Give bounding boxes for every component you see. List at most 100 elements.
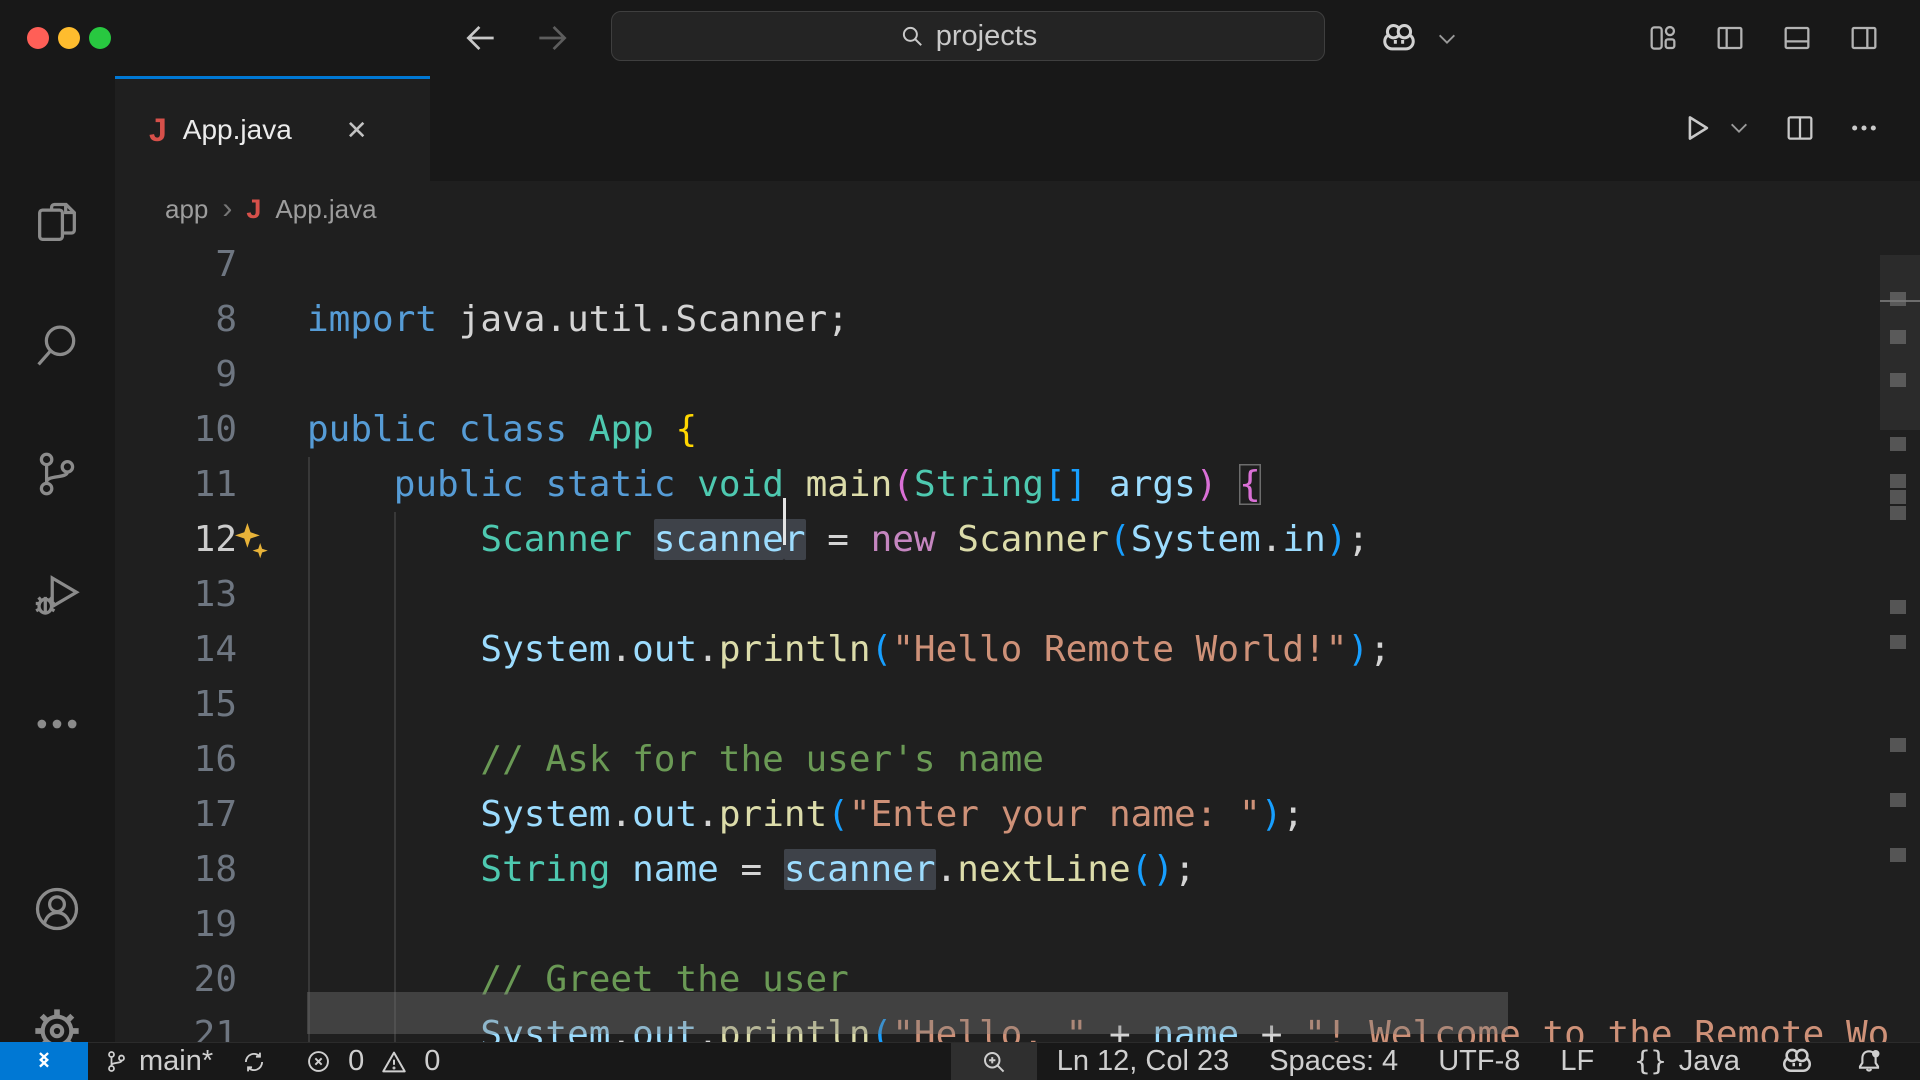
code-line-10[interactable]: 10public class App { bbox=[115, 402, 1920, 457]
sidebar-item-more[interactable] bbox=[31, 698, 83, 750]
arrow-right-icon bbox=[533, 19, 571, 57]
sidebar-item-accounts[interactable] bbox=[31, 883, 83, 935]
zoom-status-item[interactable] bbox=[951, 1043, 1037, 1080]
code-line-12[interactable]: 12 Scanner scanner = new Scanner(System.… bbox=[115, 512, 1920, 567]
code-line-19[interactable]: 19 bbox=[115, 897, 1920, 952]
breadcrumb: app › J App.java bbox=[115, 181, 1920, 237]
line-number[interactable]: 16 bbox=[194, 739, 237, 780]
chevron-down-icon bbox=[1728, 120, 1750, 136]
navigate-forward-button[interactable] bbox=[529, 14, 575, 62]
encoding-label: UTF-8 bbox=[1438, 1045, 1520, 1078]
copilot-status-item[interactable] bbox=[1760, 1043, 1834, 1080]
line-number[interactable]: 13 bbox=[194, 574, 237, 615]
line-number[interactable]: 10 bbox=[194, 409, 237, 450]
warning-icon bbox=[380, 1048, 408, 1076]
zoom-in-icon bbox=[980, 1048, 1008, 1076]
language-label: Java bbox=[1679, 1045, 1740, 1078]
overview-ruler-marker bbox=[1890, 292, 1906, 306]
eol-label: LF bbox=[1560, 1045, 1594, 1078]
sidebar-item-source-control[interactable] bbox=[31, 448, 83, 500]
code-line-13[interactable]: 13 bbox=[115, 567, 1920, 622]
sidebar-item-explorer[interactable] bbox=[31, 196, 83, 248]
problems-status-item[interactable]: 0 0 bbox=[305, 1043, 440, 1080]
code-line-15[interactable]: 15 bbox=[115, 677, 1920, 732]
branch-status-item[interactable]: main* bbox=[104, 1043, 267, 1080]
explorer-files-icon bbox=[31, 196, 83, 248]
warning-count: 0 bbox=[424, 1045, 440, 1078]
line-number[interactable]: 7 bbox=[215, 244, 237, 285]
navigate-back-button[interactable] bbox=[458, 14, 504, 62]
code-line-18[interactable]: 18 String name = scanner.nextLine(); bbox=[115, 842, 1920, 897]
notifications-item[interactable] bbox=[1834, 1043, 1904, 1080]
code-line-16[interactable]: 16 // Ask for the user's name bbox=[115, 732, 1920, 787]
copilot-sparkle-icon[interactable] bbox=[233, 521, 273, 561]
toggle-panel-icon[interactable] bbox=[1781, 22, 1813, 54]
run-java-button[interactable] bbox=[1680, 111, 1714, 145]
toggle-primary-sidebar-icon[interactable] bbox=[1714, 22, 1746, 54]
overview-ruler-marker bbox=[1890, 490, 1906, 504]
line-number[interactable]: 12 bbox=[194, 519, 237, 560]
indent-guide bbox=[308, 457, 310, 1042]
indentation-item[interactable]: Spaces: 4 bbox=[1249, 1043, 1418, 1080]
sync-icon bbox=[241, 1049, 267, 1075]
customize-layout-icon[interactable] bbox=[1647, 22, 1679, 54]
line-number[interactable]: 21 bbox=[194, 1014, 237, 1042]
breadcrumb-file[interactable]: App.java bbox=[275, 194, 376, 225]
breadcrumb-folder[interactable]: app bbox=[165, 194, 208, 225]
split-editor-button[interactable] bbox=[1784, 112, 1816, 144]
cursor-position-label: Ln 12, Col 23 bbox=[1057, 1045, 1230, 1078]
editor-lines: 7 8import java.util.Scanner; 9 10public cla… bbox=[115, 237, 1920, 1042]
error-count: 0 bbox=[348, 1045, 364, 1078]
cursor-position-item[interactable]: Ln 12, Col 23 bbox=[1037, 1043, 1250, 1080]
line-number[interactable]: 8 bbox=[215, 299, 237, 340]
activity-bar bbox=[0, 76, 115, 1042]
code-line-17[interactable]: 17 System.out.print("Enter your name: ")… bbox=[115, 787, 1920, 842]
error-icon bbox=[305, 1048, 332, 1075]
code-line-9[interactable]: 9 bbox=[115, 347, 1920, 402]
line-number[interactable]: 15 bbox=[194, 684, 237, 725]
more-actions-button[interactable] bbox=[1848, 112, 1880, 144]
overview-ruler-marker bbox=[1890, 330, 1906, 344]
code-editor[interactable]: 7 8import java.util.Scanner; 9 10public cla… bbox=[115, 237, 1920, 1042]
overview-ruler-marker bbox=[1890, 793, 1906, 807]
close-tab-icon[interactable]: ✕ bbox=[346, 115, 368, 146]
code-line-7[interactable]: 7 bbox=[115, 237, 1920, 292]
line-number[interactable]: 18 bbox=[194, 849, 237, 890]
overview-ruler-marker bbox=[1890, 437, 1906, 451]
minimize-window-button[interactable] bbox=[58, 27, 80, 49]
tab-app-java[interactable]: J App.java ✕ bbox=[115, 76, 430, 181]
code-line-11[interactable]: 11 public static void main(String[] args… bbox=[115, 457, 1920, 512]
encoding-item[interactable]: UTF-8 bbox=[1418, 1043, 1540, 1080]
line-number[interactable]: 14 bbox=[194, 629, 237, 670]
sidebar-item-search[interactable] bbox=[31, 320, 83, 372]
language-mode-item[interactable]: {} Java bbox=[1614, 1043, 1760, 1080]
eol-item[interactable]: LF bbox=[1540, 1043, 1614, 1080]
line-number[interactable]: 9 bbox=[215, 354, 237, 395]
copilot-menu-button[interactable] bbox=[1380, 20, 1418, 58]
line-number[interactable]: 11 bbox=[194, 464, 237, 505]
line-number[interactable]: 19 bbox=[194, 904, 237, 945]
source-control-icon bbox=[31, 448, 83, 500]
ellipsis-icon bbox=[31, 698, 83, 750]
account-icon bbox=[31, 883, 83, 935]
code-line-14[interactable]: 14 System.out.println("Hello Remote Worl… bbox=[115, 622, 1920, 677]
overview-ruler-marker bbox=[1890, 738, 1906, 752]
git-branch-icon bbox=[104, 1049, 129, 1074]
remote-indicator[interactable] bbox=[0, 1042, 88, 1080]
sidebar-item-run-and-debug[interactable] bbox=[31, 568, 83, 620]
run-dropdown-button[interactable] bbox=[1728, 120, 1750, 136]
status-bar-right: Ln 12, Col 23 Spaces: 4 UTF-8 LF {} Java bbox=[951, 1043, 1904, 1080]
command-center-search[interactable]: projects bbox=[611, 11, 1325, 61]
copilot-dropdown-chevron[interactable] bbox=[1436, 31, 1458, 47]
overview-ruler-marker bbox=[1890, 848, 1906, 862]
line-number[interactable]: 17 bbox=[194, 794, 237, 835]
code-line-8[interactable]: 8import java.util.Scanner; bbox=[115, 292, 1920, 347]
horizontal-scrollbar[interactable] bbox=[307, 992, 1508, 1034]
split-editor-icon bbox=[1784, 112, 1816, 144]
maximize-window-button[interactable] bbox=[89, 27, 111, 49]
overview-ruler-marker bbox=[1890, 373, 1906, 387]
toggle-secondary-sidebar-icon[interactable] bbox=[1848, 22, 1880, 54]
close-window-button[interactable] bbox=[27, 27, 49, 49]
line-number[interactable]: 20 bbox=[194, 959, 237, 1000]
indent-guide bbox=[394, 512, 396, 1042]
